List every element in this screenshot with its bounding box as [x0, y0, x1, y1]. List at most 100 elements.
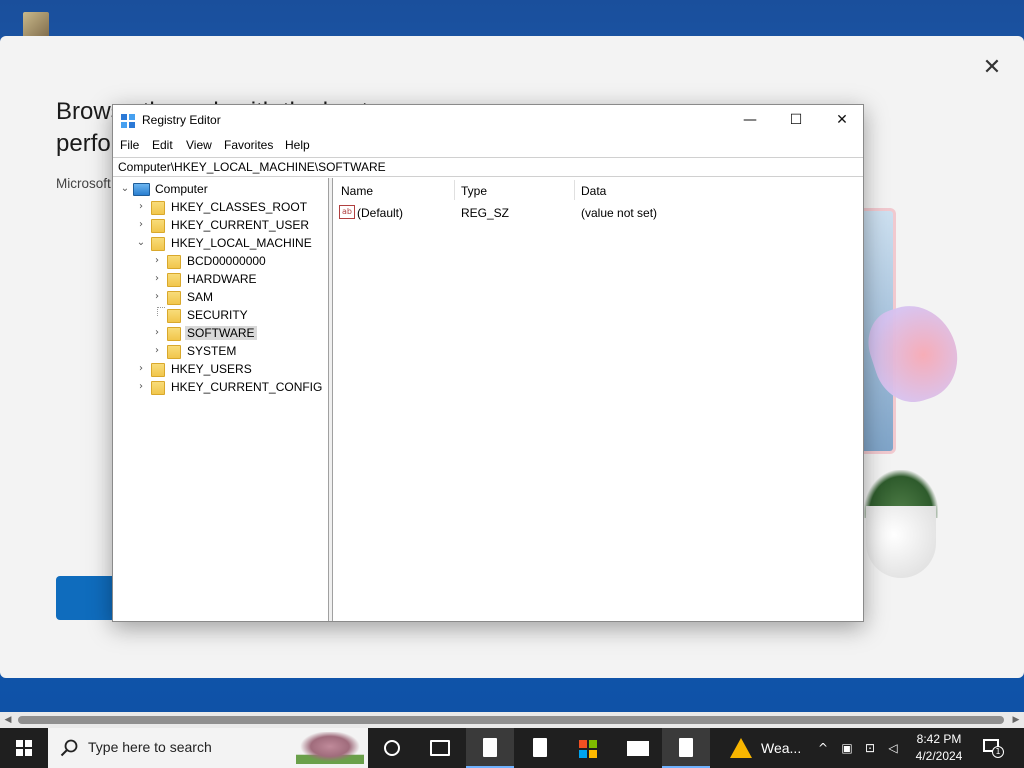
menu-edit[interactable]: Edit — [152, 138, 173, 152]
promo-close-button[interactable]: ✕ — [980, 56, 1004, 80]
chevron-right-icon[interactable]: › — [151, 345, 163, 357]
chevron-right-icon[interactable]: › — [135, 201, 147, 213]
folder-icon — [167, 255, 181, 269]
taskbar: Type here to search Wea... ^ ▣ ⊡ ◁ 8:42 … — [0, 728, 1024, 768]
computer-icon — [133, 183, 150, 196]
chevron-right-icon[interactable]: › — [151, 273, 163, 285]
network-icon[interactable]: ⊡ — [862, 740, 878, 756]
chevron-right-icon[interactable]: › — [135, 381, 147, 393]
task-view-icon — [430, 740, 450, 756]
folder-icon — [167, 291, 181, 305]
clock-date: 4/2/2024 — [915, 749, 963, 763]
folder-icon — [167, 345, 181, 359]
column-header-name[interactable]: Name — [341, 184, 373, 198]
column-separator[interactable] — [454, 180, 455, 200]
scroll-right-icon[interactable]: ▶ — [1008, 712, 1024, 728]
scroll-thumb[interactable] — [18, 716, 1004, 724]
chevron-right-icon[interactable]: › — [151, 327, 163, 339]
document-icon — [533, 738, 547, 757]
document-icon — [483, 738, 497, 757]
horizontal-scrollbar[interactable]: ◀ ▶ — [0, 712, 1024, 728]
close-button[interactable]: ✕ — [819, 105, 865, 136]
address-path[interactable]: Computer\HKEY_LOCAL_MACHINE\SOFTWARE — [118, 160, 386, 174]
tree-label: Computer — [155, 182, 208, 196]
tree-item-system[interactable]: › SYSTEM — [113, 343, 323, 361]
chevron-down-icon[interactable]: ⌄ — [119, 183, 131, 195]
tree-item-hkcu[interactable]: › HKEY_CURRENT_USER — [113, 217, 323, 235]
tree-label: HKEY_CURRENT_CONFIG — [171, 380, 323, 394]
menu-view[interactable]: View — [186, 138, 212, 152]
meet-now-icon[interactable]: ▣ — [839, 740, 855, 756]
tree-connector — [157, 307, 165, 316]
tree-item-hku[interactable]: › HKEY_USERS — [113, 361, 323, 379]
maximize-button[interactable]: ☐ — [773, 105, 819, 136]
tree-label: SAM — [187, 290, 214, 304]
address-bar[interactable]: Computer\HKEY_LOCAL_MACHINE\SOFTWARE — [113, 157, 863, 177]
system-clock[interactable]: 8:42 PM 4/2/2024 — [908, 731, 970, 765]
taskbar-app-mail[interactable] — [614, 728, 662, 768]
folder-icon — [151, 201, 165, 215]
value-row[interactable]: ab (Default) REG_SZ (value not set) — [333, 204, 863, 222]
values-list-pane[interactable]: Name Type Data ab (Default) REG_SZ (valu… — [333, 178, 863, 621]
folder-icon — [151, 237, 165, 251]
start-button[interactable] — [0, 728, 48, 768]
title-bar[interactable]: Registry Editor — ☐ ✕ — [113, 105, 863, 136]
search-icon — [60, 739, 78, 757]
tree-item-hardware[interactable]: › HARDWARE — [113, 271, 323, 289]
chevron-right-icon[interactable]: › — [151, 255, 163, 267]
registry-editor-window: Registry Editor — ☐ ✕ File Edit View Fav… — [112, 104, 864, 622]
tree-item-security[interactable]: SECURITY — [113, 307, 323, 325]
folder-icon — [151, 363, 165, 377]
tree-label: HKEY_USERS — [171, 362, 252, 376]
minimize-button[interactable]: — — [727, 105, 773, 136]
tree-label: HKEY_LOCAL_MACHINE — [171, 236, 312, 250]
string-value-icon: ab — [339, 205, 355, 219]
tree-label: HKEY_CURRENT_USER — [171, 218, 310, 232]
taskbar-app-file-1[interactable] — [466, 728, 514, 768]
taskbar-search-box[interactable]: Type here to search — [48, 728, 368, 768]
taskbar-app-regedit[interactable] — [662, 728, 710, 768]
cortana-button[interactable] — [368, 728, 416, 768]
taskbar-app-store[interactable] — [564, 728, 612, 768]
menu-file[interactable]: File — [120, 138, 139, 152]
tree-item-software[interactable]: › SOFTWARE — [113, 325, 323, 343]
tree-item-hklm[interactable]: ⌄ HKEY_LOCAL_MACHINE — [113, 235, 323, 253]
tree-item-computer[interactable]: ⌄ Computer — [113, 181, 323, 199]
document-icon — [679, 738, 693, 757]
tree-item-hkcr[interactable]: › HKEY_CLASSES_ROOT — [113, 199, 323, 217]
notification-badge: 1 — [992, 746, 1004, 758]
tree-label: HKEY_CLASSES_ROOT — [171, 200, 308, 214]
tree-item-bcd[interactable]: › BCD00000000 — [113, 253, 323, 271]
column-header-type[interactable]: Type — [461, 184, 487, 198]
scroll-left-icon[interactable]: ◀ — [0, 712, 16, 728]
volume-muted-icon[interactable]: ◁ — [885, 740, 901, 756]
menu-help[interactable]: Help — [285, 138, 310, 152]
folder-icon — [167, 309, 181, 323]
tree-item-sam[interactable]: › SAM — [113, 289, 323, 307]
column-separator[interactable] — [574, 180, 575, 200]
mail-icon — [627, 741, 649, 756]
task-view-button[interactable] — [416, 728, 464, 768]
promo-illustration-pot — [866, 506, 936, 578]
chevron-right-icon[interactable]: › — [135, 219, 147, 231]
tree-label: HARDWARE — [187, 272, 257, 286]
search-placeholder: Type here to search — [88, 739, 212, 755]
taskbar-app-file-2[interactable] — [516, 728, 564, 768]
tree-item-hkcc[interactable]: › HKEY_CURRENT_CONFIG — [113, 379, 323, 397]
cortana-icon — [384, 740, 400, 756]
menu-bar: File Edit View Favorites Help — [113, 136, 863, 156]
value-data: (value not set) — [581, 206, 658, 220]
tree-label: BCD00000000 — [187, 254, 266, 268]
key-tree-pane[interactable]: ⌄ Computer › HKEY_CLASSES_ROOT › HKEY_CU… — [113, 178, 329, 621]
chevron-right-icon[interactable]: › — [151, 291, 163, 303]
menu-favorites[interactable]: Favorites — [224, 138, 273, 152]
weather-widget[interactable]: Wea... — [724, 728, 810, 768]
chevron-right-icon[interactable]: › — [135, 363, 147, 375]
chevron-down-icon[interactable]: ⌄ — [135, 237, 147, 249]
windows-logo-icon — [16, 740, 32, 756]
chevron-up-icon[interactable]: ^ — [815, 740, 831, 756]
notification-center-button[interactable]: 1 — [980, 736, 1006, 760]
tree-label: SECURITY — [187, 308, 248, 322]
desktop-shortcut-icon[interactable] — [23, 12, 49, 38]
column-header-data[interactable]: Data — [581, 184, 606, 198]
